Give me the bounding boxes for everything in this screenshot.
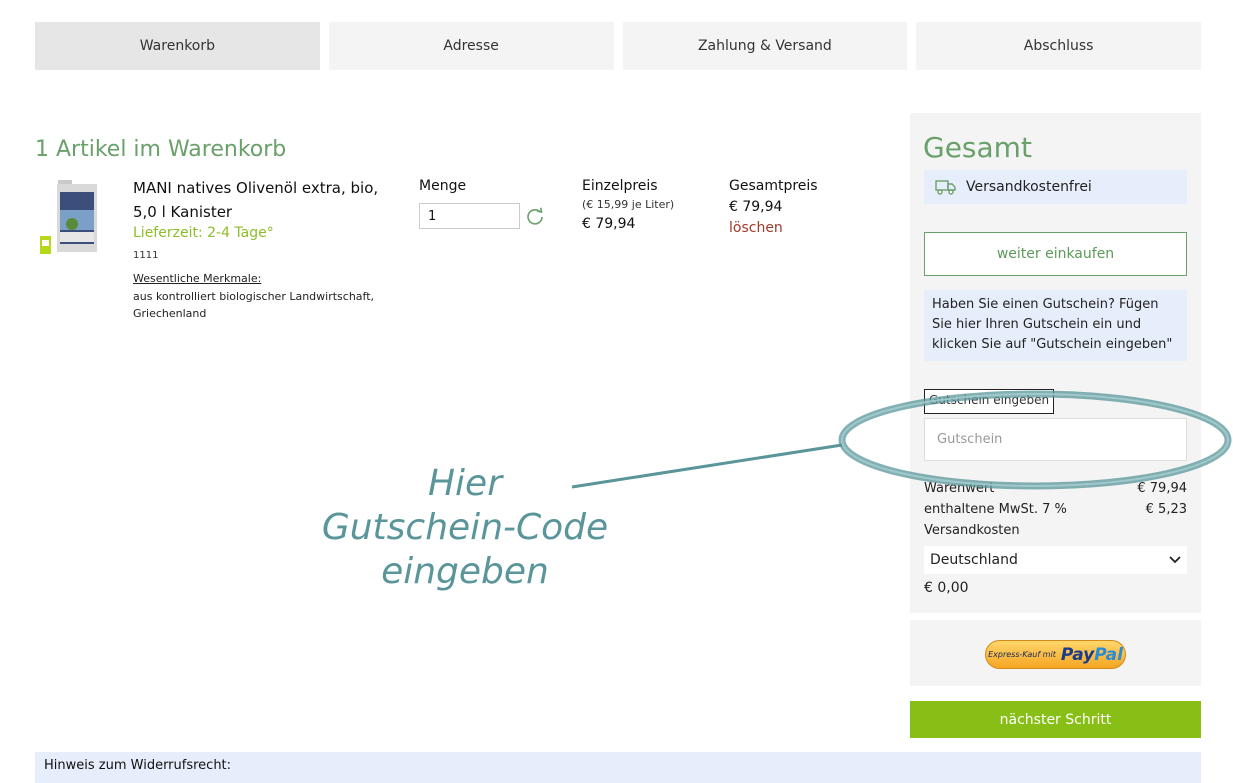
product-sku: 1111 — [133, 250, 159, 261]
step-cart[interactable]: Warenkorb — [35, 22, 320, 70]
voucher-submit-button[interactable]: Gutschein eingeben — [924, 389, 1055, 414]
country-select[interactable]: Deutschland — [924, 546, 1187, 574]
shipping-free-label: Versandkostenfrei — [966, 179, 1092, 195]
annotation-text: Hier Gutschein-Code eingeben — [321, 463, 609, 592]
shipping-free-banner: Versandkostenfrei — [924, 170, 1187, 204]
refresh-icon[interactable] — [525, 206, 545, 226]
step-completion[interactable]: Abschluss — [916, 22, 1201, 70]
step-payment-shipping[interactable]: Zahlung & Versand — [622, 22, 908, 70]
country-value: Deutschland — [930, 552, 1018, 568]
total-price: € 79,94 — [729, 199, 783, 215]
goods-value: € 79,94 — [1137, 481, 1187, 496]
vat-value: € 5,23 — [1145, 502, 1187, 517]
product-image[interactable] — [38, 180, 98, 258]
features-text: aus kontrolliert biologischer Landwirtsc… — [133, 290, 375, 320]
total-price-header: Gesamtpreis — [729, 178, 818, 194]
goods-value-label: Warenwert — [924, 481, 995, 496]
shipping-cost-value: € 0,00 — [924, 580, 969, 596]
cart-title: 1 Artikel im Warenkorb — [35, 137, 287, 162]
voucher-input[interactable]: Gutschein — [924, 418, 1187, 461]
unit-price-header: Einzelpreis — [582, 178, 658, 194]
quantity-input[interactable]: 1 — [419, 203, 520, 229]
paypal-express-button[interactable]: Express-Kauf mit PayPal — [985, 640, 1126, 669]
step-address[interactable]: Adresse — [328, 22, 614, 70]
product-name[interactable]: MANI natives Olivenöl extra, bio, 5,0 l … — [133, 176, 398, 224]
next-step-button[interactable]: nächster Schritt — [910, 701, 1201, 738]
summary-title: Gesamt — [923, 131, 1032, 164]
delivery-time: Lieferzeit: 2-4 Tage° — [133, 225, 274, 241]
continue-shopping-button[interactable]: weiter einkaufen — [924, 232, 1187, 276]
shipping-cost-label: Versandkosten — [924, 523, 1020, 538]
chevron-down-icon — [1169, 556, 1181, 564]
withdrawal-notice: Hinweis zum Widerrufsrecht: — [35, 752, 1201, 783]
vat-label: enthaltene MwSt. 7 % — [924, 502, 1067, 517]
unit-price-per-liter: (€ 15,99 je Liter) — [582, 198, 675, 211]
goods-value-row: Warenwert € 79,94 — [924, 481, 1187, 496]
shipping-cost-row: Versandkosten — [924, 523, 1187, 538]
quantity-header: Menge — [419, 178, 467, 194]
features-title: Wesentliche Merkmale: — [133, 272, 262, 285]
paypal-logo: PayPal — [1060, 644, 1123, 665]
delete-link[interactable]: löschen — [729, 220, 783, 236]
truck-icon — [935, 180, 956, 195]
vat-row: enthaltene MwSt. 7 % € 5,23 — [924, 502, 1187, 517]
voucher-hint: Haben Sie einen Gutschein? Fügen Sie hie… — [924, 290, 1187, 361]
checkout-steps: Warenkorb Adresse Zahlung & Versand Absc… — [35, 22, 1201, 70]
paypal-express-label: Express-Kauf mit — [988, 649, 1056, 659]
unit-price: € 79,94 — [582, 216, 636, 232]
